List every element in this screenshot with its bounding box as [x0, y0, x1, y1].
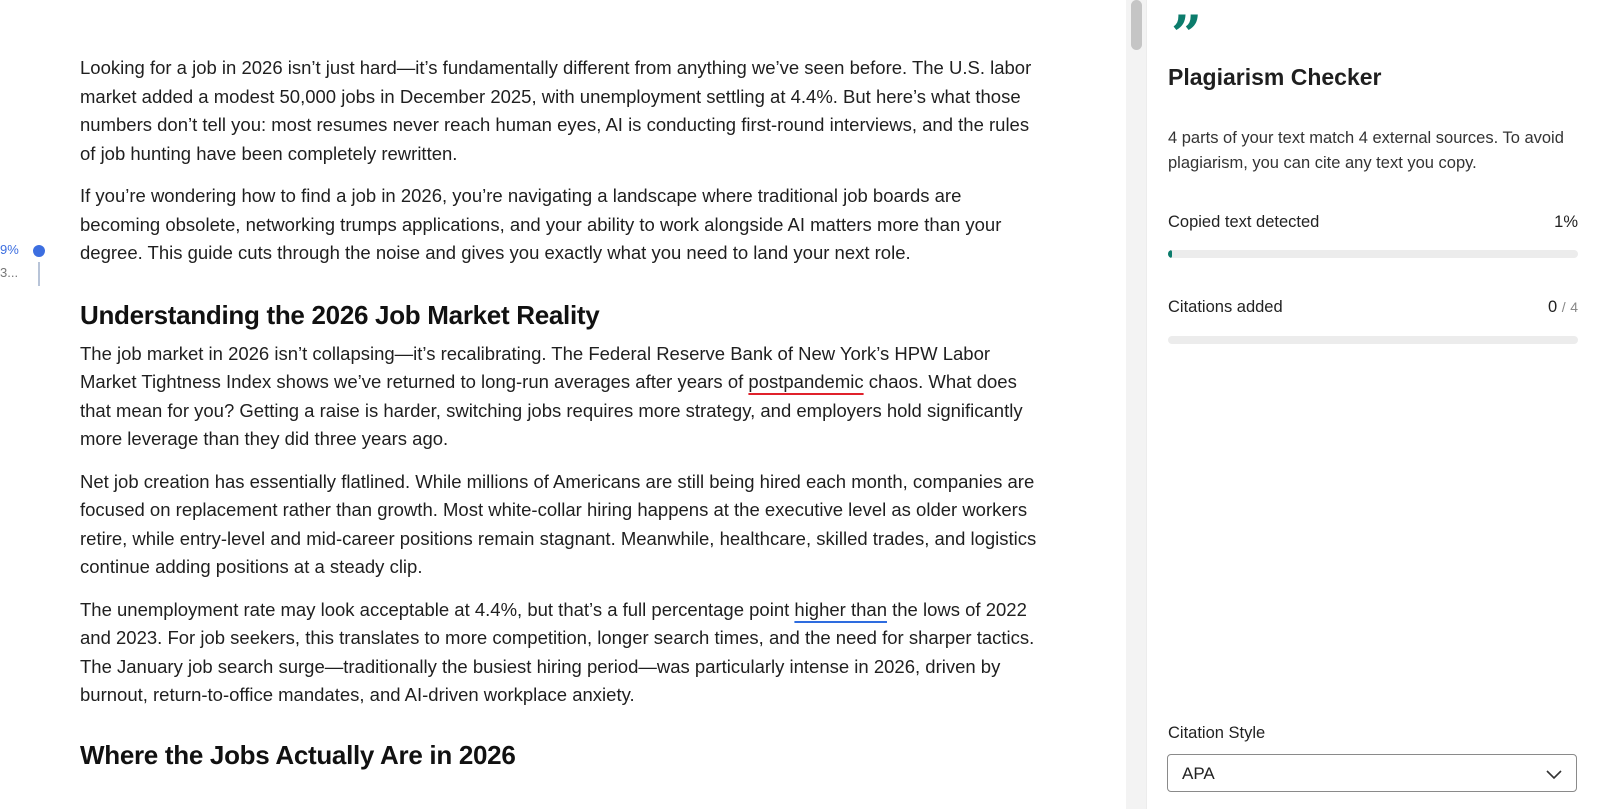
document-body[interactable]: Looking for a job in 2026 isn’t just har… [80, 54, 1040, 772]
quote-icon: ” [1171, 3, 1203, 67]
paragraph-job-creation[interactable]: Net job creation has essentially flatlin… [80, 468, 1040, 582]
copied-text-progress [1168, 250, 1578, 258]
plagiarism-panel: ” Plagiarism Checker 4 parts of your tex… [1146, 0, 1600, 809]
plagiarism-summary: 4 parts of your text match 4 external so… [1168, 129, 1564, 172]
editor-scrollbar-thumb[interactable] [1131, 0, 1142, 50]
paragraph-unemployment[interactable]: The unemployment rate may look acceptabl… [80, 596, 1040, 710]
gutter-label: 3... [0, 265, 19, 280]
citations-count: 0 [1547, 298, 1558, 316]
section-heading[interactable]: Understanding the 2026 Job Market Realit… [80, 298, 1040, 332]
paragraph-intro[interactable]: Looking for a job in 2026 isn’t just har… [80, 54, 1040, 168]
chevron-down-icon [1546, 770, 1562, 780]
gutter-marker-dot[interactable] [33, 245, 45, 257]
paragraph-guide[interactable]: If you’re wondering how to find a job in… [80, 182, 1040, 268]
flagged-word-spelling[interactable]: postpandemic [748, 371, 863, 392]
citation-style-label: Citation Style [1168, 724, 1266, 742]
copied-text-label: Copied text detected [1168, 213, 1320, 231]
editor-scrollbar[interactable] [1126, 0, 1146, 809]
citations-value: 0 / 4 [1548, 298, 1578, 317]
editor-pane[interactable]: 9% 3... Looking for a job in 2026 isn’t … [0, 0, 1130, 809]
citations-progress [1168, 336, 1578, 344]
citations-total: 4 [1570, 299, 1578, 315]
copied-text-value: 1% [1554, 213, 1578, 231]
citation-style-select[interactable]: APA [1167, 754, 1577, 792]
gutter-marker-line [38, 262, 40, 286]
section-heading-next[interactable]: Where the Jobs Actually Are in 2026 [80, 738, 1040, 772]
panel-title: Plagiarism Checker [1168, 64, 1382, 90]
flagged-phrase-suggestion[interactable]: higher than [794, 599, 887, 620]
paragraph-market[interactable]: The job market in 2026 isn’t collapsing—… [80, 340, 1040, 454]
citation-style-value: APA [1182, 764, 1215, 783]
text-segment: The unemployment rate may look acceptabl… [80, 598, 795, 620]
citations-separator: / [1561, 299, 1566, 315]
copied-text-progress-fill [1168, 250, 1173, 258]
gutter-percent: 9% [0, 242, 19, 257]
citations-label: Citations added [1168, 298, 1283, 316]
